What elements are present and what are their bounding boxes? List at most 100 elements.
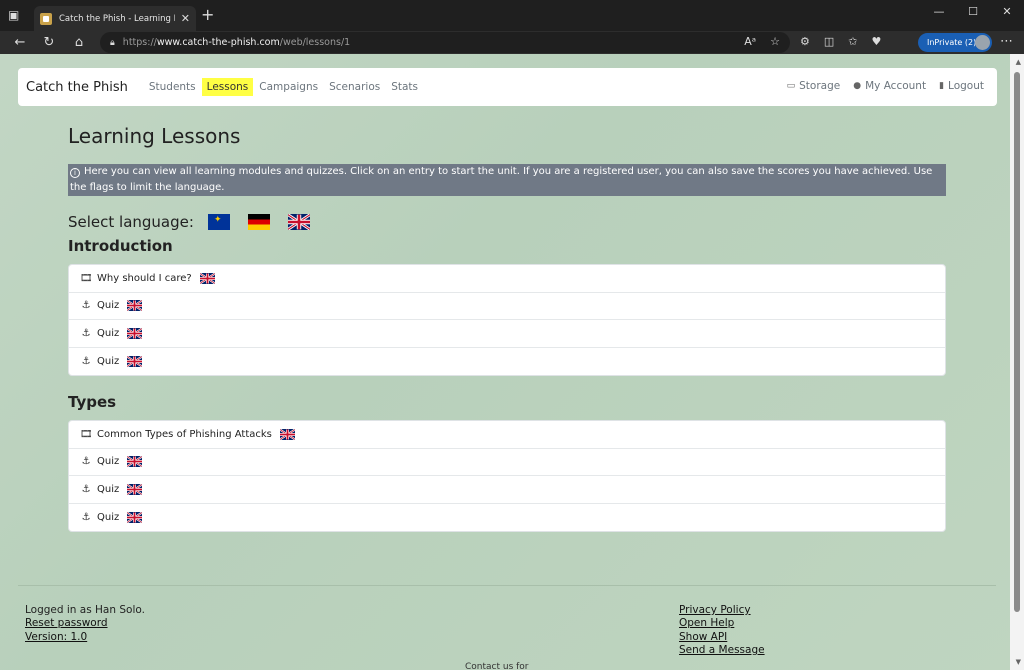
nav-my-account[interactable]: ● My Account — [853, 80, 926, 92]
lesson-list-introduction: 🎞︎ Why should I care? ⚓︎ Quiz ⚓︎ Quiz ⚓︎ Qui… — [68, 264, 946, 376]
browser-titlebar: ▣ Catch the Phish - Learning Lessons ✕ +… — [0, 0, 1024, 31]
reset-password-link[interactable]: Reset password — [25, 617, 145, 630]
new-tab-icon[interactable]: + — [201, 6, 214, 24]
more-options-icon[interactable]: ⋯ — [1000, 34, 1013, 49]
tab-close-icon[interactable]: ✕ — [181, 12, 190, 25]
tab-actions-icon[interactable]: ▣ — [8, 8, 26, 24]
uk-flag-icon — [127, 511, 143, 523]
german-flag-icon[interactable] — [247, 214, 270, 230]
scroll-up-icon[interactable]: ▲ — [1016, 58, 1021, 66]
split-screen-icon[interactable]: ◫ — [824, 35, 834, 48]
nav-stats[interactable]: Stats — [386, 78, 423, 96]
language-selector: Select language: — [68, 213, 946, 231]
anchor-icon: ⚓︎ — [81, 327, 91, 339]
profile-avatar — [975, 35, 990, 50]
anchor-icon: ⚓︎ — [81, 300, 91, 312]
account-label: My Account — [865, 80, 927, 92]
address-bar[interactable]: 🔒︎ https://www.catch-the-phish.com/web/l… — [100, 32, 790, 53]
footer-contact-text: Contact us for — [465, 662, 529, 670]
uk-flag-icon[interactable] — [287, 214, 310, 230]
extensions-icon[interactable]: ⚙ — [800, 35, 810, 48]
info-icon: i — [70, 168, 80, 178]
quiz-item[interactable]: ⚓︎ Quiz — [69, 449, 945, 476]
favorites-icon[interactable]: ✩ — [848, 35, 857, 48]
lesson-list-types: 🎞︎ Common Types of Phishing Attacks ⚓︎ Qui… — [68, 420, 946, 532]
scroll-thumb[interactable] — [1014, 72, 1020, 612]
film-icon: 🎞︎ — [80, 272, 93, 284]
section-title-introduction: Introduction — [68, 237, 173, 255]
storage-icon: ▭ — [786, 81, 796, 91]
show-api-link[interactable]: Show API — [679, 631, 765, 644]
window-controls: — ☐ ✕ — [922, 0, 1024, 24]
info-alert: i Here you can view all learning modules … — [68, 164, 946, 196]
quiz-item[interactable]: ⚓︎ Quiz — [69, 293, 945, 320]
footer-right: Privacy Policy Open Help Show API Send a… — [679, 604, 765, 657]
uk-flag-icon — [127, 300, 143, 312]
quiz-label: Quiz — [97, 456, 120, 468]
anchor-icon: ⚓︎ — [81, 456, 91, 468]
anchor-icon: ⚓︎ — [81, 511, 91, 523]
anchor-icon: ⚓︎ — [81, 483, 91, 495]
storage-label: Storage — [799, 80, 841, 92]
browser-toolbar: ← ↻ ⌂ 🔒︎ https://www.catch-the-phish.com… — [0, 31, 1024, 54]
lesson-item[interactable]: 🎞︎ Why should I care? — [69, 265, 945, 293]
uk-flag-icon — [199, 272, 215, 284]
lock-icon[interactable]: 🔒︎ — [110, 38, 115, 48]
info-text: Here you can view all learning modules a… — [70, 166, 933, 193]
site-navbar: Catch the Phish Students Lessons Campaig… — [18, 68, 997, 106]
uk-flag-icon — [127, 456, 143, 468]
tab-title: Catch the Phish - Learning Lessons — [59, 13, 175, 24]
nav-campaigns[interactable]: Campaigns — [254, 78, 323, 96]
quiz-item[interactable]: ⚓︎ Quiz — [69, 320, 945, 348]
site-brand[interactable]: Catch the Phish — [26, 80, 128, 95]
quiz-item[interactable]: ⚓︎ Quiz — [69, 476, 945, 504]
scroll-down-icon[interactable]: ▼ — [1016, 658, 1021, 666]
favicon-icon — [40, 12, 52, 25]
quiz-item[interactable]: ⚓︎ Quiz — [69, 348, 945, 376]
read-aloud-icon[interactable]: Aᵃ — [744, 35, 756, 48]
version-link[interactable]: Version: 1.0 — [25, 631, 145, 644]
url-host: www.catch-the-phish.com — [156, 37, 280, 48]
home-icon[interactable]: ⌂ — [70, 34, 88, 52]
uk-flag-icon — [127, 355, 143, 367]
footer-left: Logged in as Han Solo. Reset password Ve… — [25, 604, 145, 644]
send-message-link[interactable]: Send a Message — [679, 644, 765, 657]
logged-in-text: Logged in as Han Solo. — [25, 604, 145, 616]
nav-logout[interactable]: ▮ Logout — [939, 80, 984, 92]
inprivate-label: InPrivate (2) — [927, 38, 977, 47]
quiz-label: Quiz — [97, 355, 120, 367]
browser-tab[interactable]: Catch the Phish - Learning Lessons ✕ — [34, 6, 196, 31]
refresh-icon[interactable]: ↻ — [40, 34, 58, 52]
back-icon[interactable]: ← — [11, 34, 29, 52]
maximize-icon[interactable]: ☐ — [956, 0, 990, 24]
favorite-star-icon[interactable]: ☆ — [770, 35, 780, 48]
nav-scenarios[interactable]: Scenarios — [324, 78, 385, 96]
open-help-link[interactable]: Open Help — [679, 617, 765, 630]
nav-students[interactable]: Students — [144, 78, 201, 96]
uk-flag-icon — [279, 428, 295, 440]
quiz-item[interactable]: ⚓︎ Quiz — [69, 504, 945, 532]
inprivate-badge[interactable]: InPrivate (2) — [918, 33, 992, 52]
lesson-label: Common Types of Phishing Attacks — [97, 428, 272, 440]
page-scrollbar[interactable]: ▲ ▼ — [1010, 54, 1024, 670]
nav-lessons[interactable]: Lessons — [201, 78, 254, 96]
lesson-item[interactable]: 🎞︎ Common Types of Phishing Attacks — [69, 421, 945, 449]
quiz-label: Quiz — [97, 327, 120, 339]
uk-flag-icon — [127, 483, 143, 495]
eu-flag-icon[interactable] — [207, 214, 230, 230]
nav-storage[interactable]: ▭ Storage — [787, 80, 841, 92]
browser-essentials-icon[interactable]: ♥ — [872, 35, 882, 48]
user-icon: ● — [853, 81, 862, 91]
footer-divider — [18, 585, 996, 586]
minimize-icon[interactable]: — — [922, 0, 956, 24]
logout-label: Logout — [948, 80, 984, 92]
anchor-icon: ⚓︎ — [81, 355, 91, 367]
logout-icon: ▮ — [939, 81, 945, 91]
url-path: /web/lessons/1 — [279, 37, 351, 48]
quiz-label: Quiz — [97, 300, 120, 312]
page-viewport: Catch the Phish Students Lessons Campaig… — [0, 54, 1024, 670]
close-window-icon[interactable]: ✕ — [990, 0, 1024, 24]
main-content: Learning Lessons i Here you can view all … — [68, 124, 946, 532]
privacy-policy-link[interactable]: Privacy Policy — [679, 604, 765, 617]
quiz-label: Quiz — [97, 511, 120, 523]
